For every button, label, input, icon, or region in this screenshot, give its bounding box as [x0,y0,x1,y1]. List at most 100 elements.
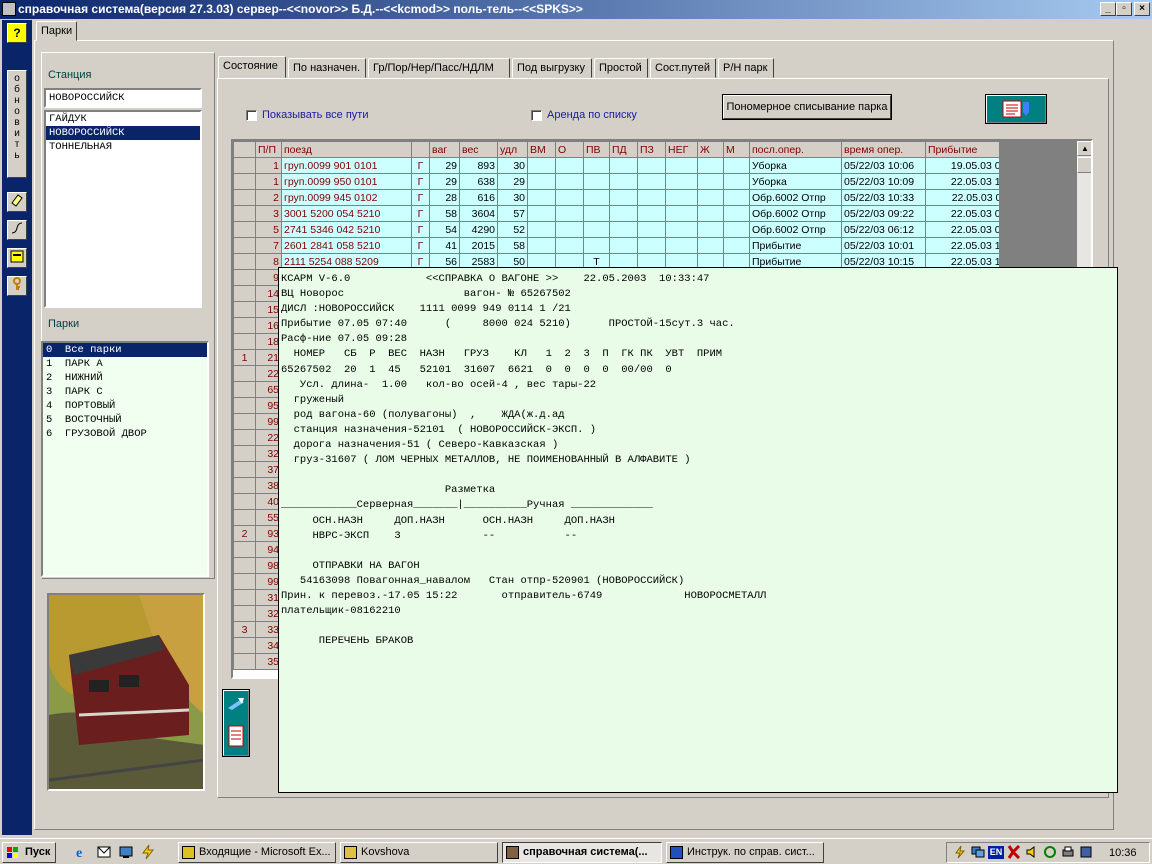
grid-header-cell[interactable]: НЕГ [665,141,698,158]
table-row[interactable]: 1 груп.0099 950 0101 Г 29 638 29 Уборка 05/22/0… [233,173,1024,190]
key-icon[interactable] [7,276,27,296]
table-row[interactable]: 7 2601 2841 058 5210 Г 41 2015 58 Прибытие 05/2… [233,237,1024,254]
show-all-tracks-checkbox[interactable]: Показывать все пути [246,109,368,121]
report-line: Разметка [281,484,496,497]
table-row[interactable]: 2 груп.0099 945 0102 Г 28 616 30 Обр.6002 Отпр… [233,189,1024,206]
printer-icon[interactable] [1061,845,1075,859]
pen-icon[interactable] [226,694,246,718]
station-input[interactable]: НОВОРОССИЙСК [44,88,202,108]
grid-header-cell[interactable]: ваг [429,141,460,158]
eraser-icon[interactable] [7,192,27,212]
park-list-item[interactable]: 3 ПАРК С [43,385,207,399]
parks-list[interactable]: 0 Все парки 1 ПАРК А2 НИЖНИЙ 3 ПАРК С4 ПОР… [41,341,209,577]
table-cell [665,221,698,238]
table-cell [555,173,584,190]
grid-header-cell[interactable]: вес [459,141,498,158]
table-cell [583,221,610,238]
tab-parks-top[interactable]: Парки [36,21,78,41]
grid-header-cell[interactable]: ВМ [527,141,556,158]
tab-4[interactable]: Простой [594,58,648,78]
grid-header-cell[interactable]: Ж [697,141,724,158]
grid-header-group [233,141,256,158]
taskbar-window-button[interactable]: Входящие - Microsoft Ex... [178,842,336,863]
window-icon [182,846,195,859]
security-icon[interactable] [1079,845,1093,859]
print-report-button[interactable] [985,94,1047,124]
table-cell [609,221,638,238]
desktop-icon[interactable] [118,844,134,860]
tab-2[interactable]: Гр/Пор/Нер/Пасс/НДЛМ [368,58,510,78]
tab-5[interactable]: Сост.путей [650,58,716,78]
table-cell [723,173,750,190]
park-list-item[interactable]: 1 ПАРК А [43,357,207,371]
park-list-item[interactable]: 4 ПОРТОВЫЙ [43,399,207,413]
help-button[interactable]: ? [7,23,27,43]
table-cell [637,157,666,174]
table-cell: 1 [255,157,282,174]
station-list[interactable]: ГАЙДУК НОВОРОССИЙСК ТОННЕЛЬНАЯ [44,110,202,308]
taskbar-window-button[interactable]: Инструк. по справ. сист... [666,842,824,863]
grid-header-cell[interactable]: время опер. [841,141,926,158]
antivirus-icon[interactable] [1007,844,1021,860]
grid-header-cell[interactable]: поезд [281,141,412,158]
tab-0[interactable]: Состояние [218,56,286,78]
grid-header-cell[interactable]: удл [497,141,528,158]
taskbar-window-button[interactable]: Kovshova [340,842,498,863]
table-row[interactable]: 5 2741 5346 042 5210 Г 54 4290 52 Обр.6002 Отп… [233,221,1024,238]
start-button[interactable]: Пуск [2,842,56,863]
grid-header-cell[interactable]: О [555,141,584,158]
grid-header-cell[interactable] [411,141,430,158]
grid-header-cell[interactable]: ПВ [583,141,610,158]
report-line: 54163098 Повагонная_навалом Стан отпр-52… [281,574,685,587]
grid-header-cell[interactable]: ПД [609,141,638,158]
grid-header-cell[interactable]: П/П [255,141,282,158]
table-cell [637,189,666,206]
table-row[interactable]: 1 груп.0099 901 0101 Г 29 893 30 Уборка 05/22/0… [233,157,1024,174]
station-list-item[interactable]: ТОННЕЛЬНАЯ [46,140,200,154]
park-list-item[interactable]: 5 ВОСТОЧНЫЙ [43,413,207,427]
report-line: станция назначения-52101 ( НОВОРОССИЙСК-… [281,423,597,436]
close-button[interactable]: × [1134,2,1150,16]
maximize-button[interactable]: ▫ [1116,2,1132,16]
outlook-icon[interactable] [96,844,112,860]
park-list-item[interactable]: 0 Все парки [43,343,207,357]
line-icon[interactable] [7,220,27,240]
sync-icon[interactable] [1043,845,1057,859]
volume-icon[interactable] [1025,845,1039,859]
station-list-item[interactable]: ГАЙДУК [46,112,200,126]
language-indicator[interactable]: EN [988,846,1004,859]
parks-label: Парки [48,318,80,330]
group-cell [233,221,256,238]
table-cell [665,157,698,174]
station-list-item[interactable]: НОВОРОССИЙСК [46,126,200,140]
table-cell [583,157,610,174]
table-cell [609,189,638,206]
grid-header-cell[interactable]: ПЗ [637,141,666,158]
table-cell [637,237,666,254]
park-list-item[interactable]: 2 НИЖНИЙ [43,371,207,385]
scroll-thumb[interactable] [1077,157,1091,173]
lightning-icon[interactable] [140,844,156,860]
ie-icon[interactable]: e [74,844,90,861]
write-off-button[interactable]: Пономерное списывание парка [722,94,892,120]
tab-6[interactable]: Р/Н парк [718,58,774,78]
tab-1[interactable]: По назначен. [288,58,366,78]
report-line: ОСН.НАЗН ДОП.НАЗН ОСН.НАЗН ДОП.НАЗН [281,514,615,527]
rent-by-list-checkbox[interactable]: Аренда по списку [531,109,637,121]
calendar-icon[interactable] [7,248,27,268]
power-icon[interactable] [953,845,967,859]
report-line [281,468,1115,483]
grid-header-cell[interactable]: М [723,141,750,158]
table-cell: 3604 [459,205,498,222]
document-icon[interactable] [226,723,246,751]
park-list-item[interactable]: 6 ГРУЗОВОЙ ДВОР [43,427,207,441]
table-row[interactable]: 3 3001 5200 054 5210 Г 58 3604 57 Обр.6002 Отп… [233,205,1024,222]
refresh-button[interactable]: о б н о в и т ь [7,70,27,178]
tab-3[interactable]: Под выгрузку [512,58,592,78]
grid-header-cell[interactable]: посл.опер. [749,141,842,158]
taskbar-window-button[interactable]: справочная система(... [502,842,662,863]
scroll-up-arrow-icon[interactable]: ▲ [1077,141,1091,156]
table-cell: 30 [497,157,528,174]
network-icon[interactable] [971,845,985,859]
minimize-button[interactable]: _ [1100,2,1116,16]
